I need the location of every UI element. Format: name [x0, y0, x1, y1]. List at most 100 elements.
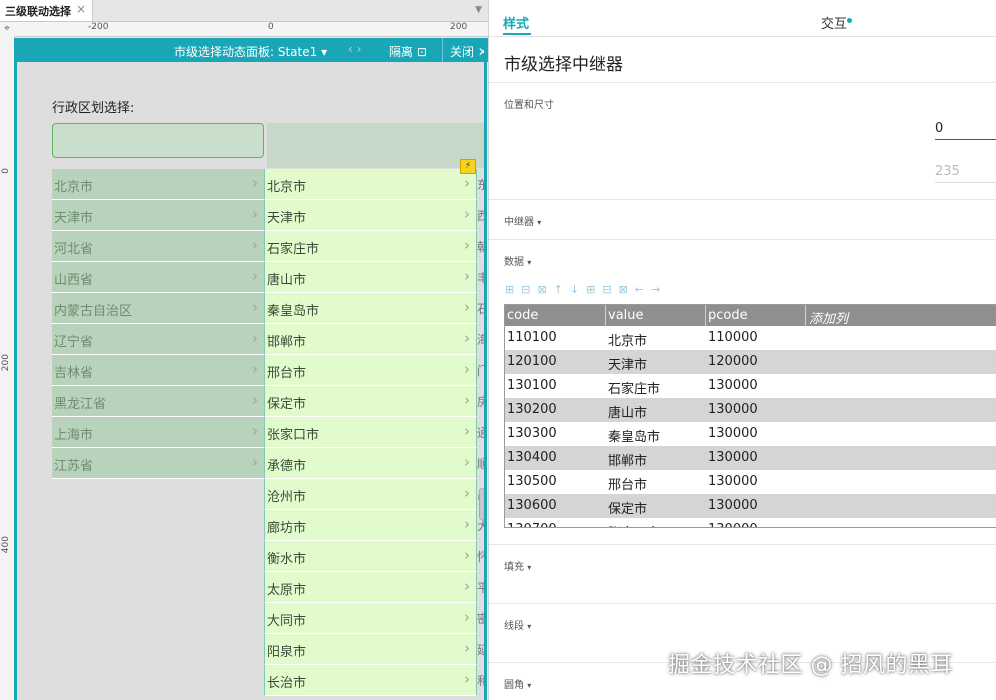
add-column-button[interactable]: 添加列 — [809, 308, 848, 327]
table-row[interactable]: 130400 邯郸市 130000 — [505, 446, 996, 470]
table-cell[interactable]: 天津市 — [608, 354, 647, 373]
toolbar-action-icon[interactable]: ⊞ — [505, 283, 514, 296]
divider — [489, 239, 996, 240]
region-select-input[interactable] — [52, 123, 264, 158]
x-position-field[interactable]: 0 — [935, 121, 996, 140]
section-data[interactable]: 数据 ▾ — [504, 253, 531, 268]
list-item[interactable]: 邢台市 › — [264, 355, 477, 386]
section-repeater[interactable]: 中继器 ▾ — [504, 213, 541, 228]
section-corner[interactable]: 圆角 ▾ — [504, 676, 531, 691]
list-item[interactable]: 江苏省 › — [52, 448, 264, 479]
isolate-button[interactable]: 隔离 ⊡ — [389, 43, 427, 60]
table-cell[interactable]: 130000 — [708, 522, 758, 527]
y-position-field[interactable]: 235 — [935, 164, 996, 183]
table-cell[interactable]: 130000 — [708, 402, 758, 417]
table-row[interactable]: 130500 邢台市 130000 — [505, 470, 996, 494]
list-item[interactable]: 天津市 › — [52, 200, 264, 231]
table-cell[interactable]: 130500 — [507, 474, 557, 489]
list-item[interactable]: 河北省 › — [52, 231, 264, 262]
toolbar-action-icon[interactable]: ⊟ — [521, 283, 530, 296]
list-item[interactable]: 秦皇岛市 › — [264, 293, 477, 324]
list-item[interactable]: 黑龙江省 › — [52, 386, 264, 417]
list-item[interactable]: 北京市 › — [264, 169, 477, 200]
table-cell[interactable]: 130200 — [507, 402, 557, 417]
chevron-down-icon[interactable]: ▼ — [475, 5, 482, 15]
list-item[interactable]: 吉林省 › — [52, 355, 264, 386]
table-cell[interactable]: 130000 — [708, 450, 758, 465]
table-cell[interactable]: 邯郸市 — [608, 450, 647, 469]
table-row[interactable]: 130200 唐山市 130000 — [505, 398, 996, 422]
toolbar-action-icon[interactable]: ↓ — [570, 283, 579, 296]
list-item[interactable]: 太原市 › — [264, 572, 477, 603]
list-item[interactable]: 内蒙古自治区 › — [52, 293, 264, 324]
toolbar-action-icon[interactable]: ↑ — [554, 283, 563, 296]
table-cell[interactable]: 唐山市 — [608, 402, 647, 421]
table-cell[interactable]: 邢台市 — [608, 474, 647, 493]
table-cell[interactable]: 130100 — [507, 378, 557, 393]
column-header[interactable]: pcode — [708, 308, 748, 323]
list-item[interactable]: 张家口市 › — [264, 417, 477, 448]
table-cell[interactable]: 张家口市 — [608, 522, 660, 527]
toolbar-action-icon[interactable]: ⊠ — [619, 283, 628, 296]
list-item[interactable]: 天津市 › — [264, 200, 477, 231]
column-header[interactable]: value — [608, 308, 644, 323]
list-item[interactable]: 石家庄市 › — [264, 231, 477, 262]
divider — [489, 544, 996, 545]
scrollbar-thumb[interactable] — [479, 488, 484, 520]
list-item[interactable]: 唐山市 › — [264, 262, 477, 293]
section-line[interactable]: 线段 ▾ — [504, 617, 531, 632]
close-icon[interactable]: × — [76, 2, 86, 16]
table-row[interactable]: 130700 张家口市 130000 — [505, 518, 996, 527]
table-cell[interactable]: 130700 — [507, 522, 557, 527]
table-cell[interactable]: 石家庄市 — [608, 378, 660, 397]
toolbar-action-icon[interactable]: ⊞ — [586, 283, 595, 296]
tab-interaction[interactable]: 交互 — [821, 13, 847, 32]
table-cell[interactable]: 130000 — [708, 426, 758, 441]
widget-name[interactable]: 市级选择中继器 — [504, 50, 623, 75]
table-cell[interactable]: 130000 — [708, 474, 758, 489]
list-item[interactable]: 廊坊市 › — [264, 510, 477, 541]
table-cell[interactable]: 130400 — [507, 450, 557, 465]
list-item-label: 石 — [477, 302, 484, 316]
list-item[interactable]: 阳泉市 › — [264, 634, 477, 665]
list-item[interactable]: 山西省 › — [52, 262, 264, 293]
list-item[interactable]: 承德市 › — [264, 448, 477, 479]
panel-state-selector[interactable]: 市级选择动态面板: State1 ▾ — [174, 43, 327, 60]
toolbar-action-icon[interactable]: ⊠ — [537, 283, 546, 296]
toolbar-action-icon[interactable]: → — [651, 283, 660, 296]
table-cell[interactable]: 130600 — [507, 498, 557, 513]
toolbar-action-icon[interactable]: ← — [635, 283, 644, 296]
table-cell[interactable]: 130000 — [708, 378, 758, 393]
table-cell[interactable]: 秦皇岛市 — [608, 426, 660, 445]
table-row[interactable]: 130300 秦皇岛市 130000 — [505, 422, 996, 446]
list-item[interactable]: 长治市 › — [264, 665, 477, 696]
table-cell[interactable]: 130000 — [708, 498, 758, 513]
table-cell[interactable]: 130300 — [507, 426, 557, 441]
lightning-icon[interactable]: ⚡ — [460, 159, 476, 174]
column-header[interactable]: code — [507, 308, 538, 323]
list-item[interactable]: 辽宁省 › — [52, 324, 264, 355]
tab-style[interactable]: 样式 — [503, 13, 529, 32]
table-row[interactable]: 130600 保定市 130000 — [505, 494, 996, 518]
list-item[interactable]: 沧州市 › — [264, 479, 477, 510]
table-cell[interactable]: 110000 — [708, 330, 758, 345]
table-row[interactable]: 130100 石家庄市 130000 — [505, 374, 996, 398]
list-item[interactable]: 上海市 › — [52, 417, 264, 448]
section-fill[interactable]: 填充 ▾ — [504, 558, 531, 573]
table-cell[interactable]: 保定市 — [608, 498, 647, 517]
table-cell[interactable]: 110100 — [507, 330, 557, 345]
table-row[interactable]: 110100 北京市 110000 — [505, 326, 996, 350]
list-item[interactable]: 邯郸市 › — [264, 324, 477, 355]
table-cell[interactable]: 120100 — [507, 354, 557, 369]
state-nav-arrows[interactable]: ‹ › — [348, 42, 361, 56]
list-item[interactable]: 衡水市 › — [264, 541, 477, 572]
document-tab[interactable]: 三级联动选择 × — [0, 0, 93, 21]
toolbar-action-icon[interactable]: ⊟ — [602, 283, 611, 296]
list-item[interactable]: 北京市 › — [52, 169, 264, 200]
table-cell[interactable]: 北京市 — [608, 330, 647, 349]
table-row[interactable]: 120100 天津市 120000 — [505, 350, 996, 374]
table-cell[interactable]: 120000 — [708, 354, 758, 369]
close-panel-button[interactable]: 关闭 ✕ — [450, 43, 488, 60]
list-item[interactable]: 保定市 › — [264, 386, 477, 417]
list-item[interactable]: 大同市 › — [264, 603, 477, 634]
